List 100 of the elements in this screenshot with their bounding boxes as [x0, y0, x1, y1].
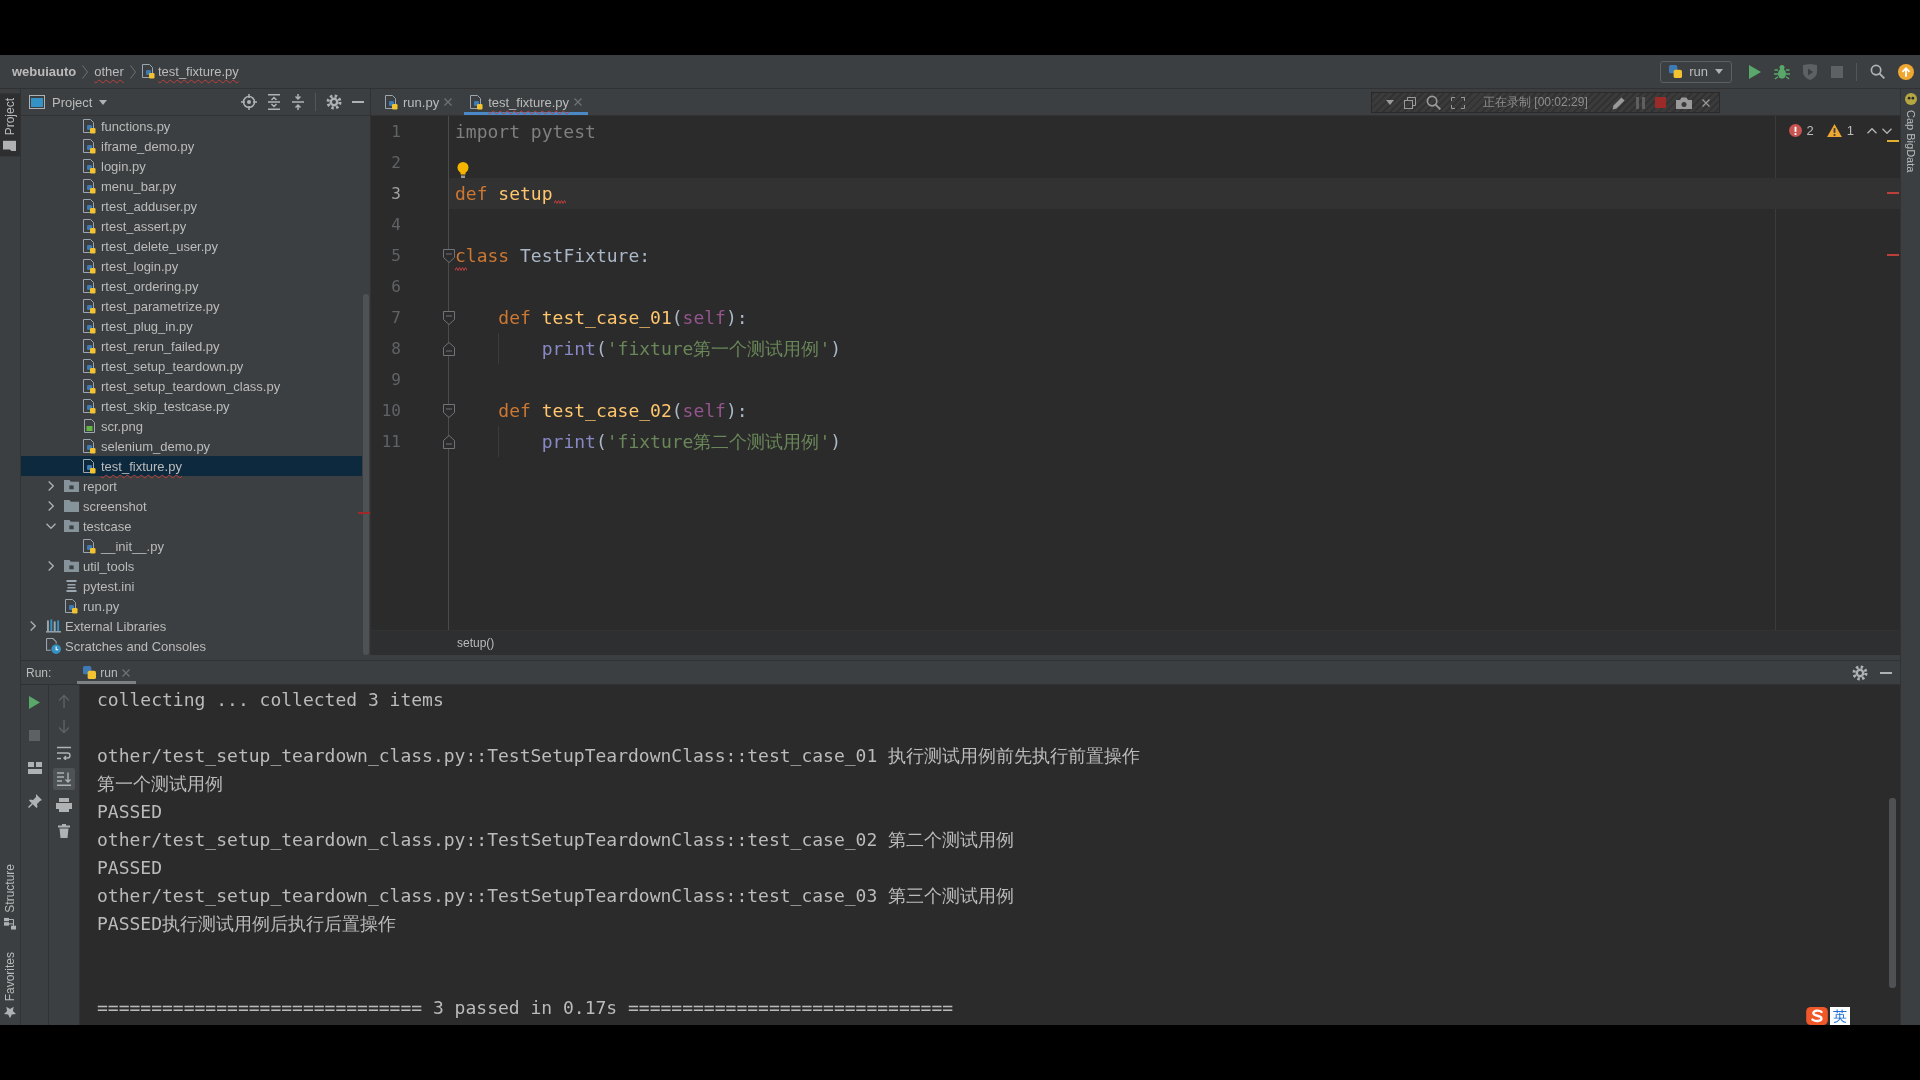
tool-window-tab[interactable]: Project: [0, 93, 20, 157]
chevron-right-icon[interactable]: [48, 481, 54, 491]
trash-icon[interactable]: [58, 824, 70, 838]
tree-item[interactable]: rtest_rerun_failed.py: [21, 336, 362, 356]
play-icon[interactable]: [29, 695, 40, 709]
folder-icon: [63, 560, 79, 572]
tree-item[interactable]: __init__.py: [21, 536, 362, 556]
tree-item[interactable]: selenium_demo.py: [21, 436, 362, 456]
tree-item[interactable]: rtest_delete_user.py: [21, 236, 362, 256]
tree-item[interactable]: rtest_skip_testcase.py: [21, 396, 362, 416]
expand-all-icon[interactable]: [267, 94, 281, 110]
fold-marker-icon[interactable]: [443, 342, 455, 356]
tree-item[interactable]: run.py: [21, 596, 362, 616]
self-parameter: self: [682, 305, 726, 330]
tree-item[interactable]: Scratches and Consoles: [21, 636, 362, 655]
tree-item[interactable]: rtest_plug_in.py: [21, 316, 362, 336]
breadcrumb-link[interactable]: test_fixture.py: [141, 64, 239, 79]
breadcrumb-link[interactable]: other: [94, 64, 124, 79]
tree-item[interactable]: External Libraries: [21, 616, 362, 636]
crosshair-icon[interactable]: [241, 94, 257, 110]
tool-window-tab[interactable]: Structure: [0, 858, 20, 935]
camera-icon[interactable]: [1675, 96, 1692, 109]
run-configuration-dropdown[interactable]: run: [1660, 60, 1732, 83]
tree-item[interactable]: rtest_login.py: [21, 256, 362, 276]
line-number: 4: [390, 214, 401, 236]
project-view-dropdown[interactable]: Project: [29, 94, 108, 110]
chevron-right-icon[interactable]: [48, 561, 54, 571]
code-text: (: [671, 305, 683, 330]
python-file-icon: [82, 258, 96, 274]
folder-icon: [63, 480, 79, 492]
layout-icon[interactable]: [27, 762, 42, 774]
printer-icon[interactable]: [56, 798, 72, 812]
wrap-lines-icon[interactable]: [57, 746, 71, 760]
tree-item[interactable]: rtest_adduser.py: [21, 196, 362, 216]
corner-brackets-icon[interactable]: [1451, 96, 1465, 109]
tree-item[interactable]: pytest.ini: [21, 576, 362, 596]
fold-marker-icon[interactable]: [443, 249, 455, 263]
scrollbar-thumb[interactable]: [363, 294, 369, 655]
tree-item[interactable]: screenshot: [21, 496, 362, 516]
tree-item[interactable]: testcase: [21, 516, 362, 536]
line-number: 1: [390, 121, 401, 143]
function-name: test_case_02: [541, 398, 672, 423]
error-icon[interactable]: [1788, 124, 1802, 137]
collapse-all-icon[interactable]: [291, 94, 305, 110]
close-icon[interactable]: [1701, 98, 1710, 107]
chevron-up-icon[interactable]: [1867, 127, 1877, 134]
pencil-icon[interactable]: [1611, 95, 1626, 110]
settings-icon[interactable]: [1852, 664, 1868, 681]
tree-item[interactable]: rtest_parametrize.py: [21, 296, 362, 316]
chevron-down-icon[interactable]: [46, 523, 56, 529]
tree-item[interactable]: iframe_demo.py: [21, 136, 362, 156]
breadcrumb-link[interactable]: webuiauto: [12, 64, 77, 79]
tree-item[interactable]: menu_bar.py: [21, 176, 362, 196]
tree-item[interactable]: rtest_ordering.py: [21, 276, 362, 296]
tool-window-tab[interactable]: Favorites: [0, 946, 20, 1023]
tree-item[interactable]: login.py: [21, 156, 362, 176]
pin-icon[interactable]: [27, 794, 42, 808]
folder-icon: [63, 520, 79, 532]
lightbulb-icon[interactable]: [457, 162, 469, 178]
chevron-down-icon[interactable]: [1882, 127, 1892, 134]
overlapping-squares-icon[interactable]: [1404, 96, 1416, 109]
fold-marker-icon[interactable]: [443, 404, 455, 418]
line-number: 3: [390, 183, 401, 205]
tree-item[interactable]: rtest_assert.py: [21, 216, 362, 236]
console-line: other/test_setup_teardown_class.py::TestSetupTeardownClass::test_case_02 第二个测试用例: [97, 828, 1015, 852]
tree-item[interactable]: functions.py: [21, 116, 362, 136]
line-number: 11: [380, 431, 401, 453]
search-icon[interactable]: [1426, 95, 1441, 110]
error-count: 2: [1806, 123, 1814, 138]
play-icon[interactable]: [1749, 64, 1761, 79]
warning-icon[interactable]: [1826, 124, 1842, 137]
search-icon[interactable]: [1870, 64, 1885, 79]
input-method-indicator[interactable]: 英: [1806, 1007, 1850, 1025]
arrow-up-circle-icon[interactable]: [1898, 63, 1914, 80]
tree-item[interactable]: util_tools: [21, 556, 362, 576]
editor-tab[interactable]: run.py: [379, 89, 459, 115]
chevron-right-icon[interactable]: [30, 621, 36, 631]
chevron-right-icon[interactable]: [48, 501, 54, 511]
panel-window-icon: [29, 95, 45, 109]
breadcrumb-link[interactable]: setup(): [457, 636, 495, 650]
fold-marker-icon[interactable]: [443, 435, 455, 449]
python-file-icon: [82, 298, 96, 314]
editor-tab[interactable]: test_fixture.py: [464, 89, 589, 115]
code-text: ):: [725, 398, 748, 423]
bug-icon[interactable]: [1774, 63, 1790, 80]
tree-item[interactable]: scr.png: [21, 416, 362, 436]
fold-marker-icon[interactable]: [443, 311, 455, 325]
line-number: 8: [390, 338, 401, 360]
scrollbar-thumb[interactable]: [1889, 798, 1896, 988]
caret-down-icon[interactable]: [1386, 100, 1394, 105]
settings-icon[interactable]: [326, 94, 342, 110]
tree-item[interactable]: report: [21, 476, 362, 496]
python-file-icon: [82, 338, 96, 354]
tree-item[interactable]: rtest_setup_teardown.py: [21, 356, 362, 376]
python-file-icon: [82, 218, 96, 234]
tree-item[interactable]: rtest_setup_teardown_class.py: [21, 376, 362, 396]
tree-item[interactable]: test_fixture.py: [21, 456, 362, 476]
string-literal: 'fixture第一个测试用例': [606, 336, 831, 361]
tool-window-tab[interactable]: Cap BigData: [1901, 93, 1920, 173]
minimize-icon[interactable]: [1880, 671, 1892, 674]
